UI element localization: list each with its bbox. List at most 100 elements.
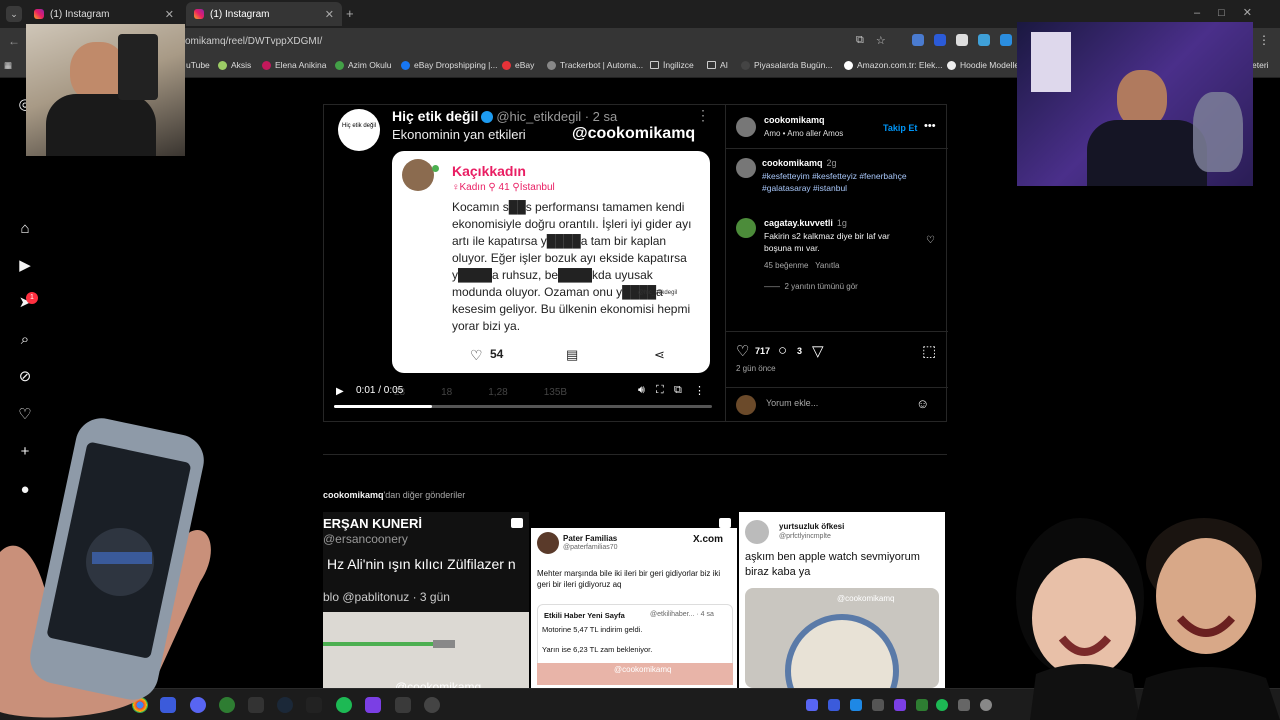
thumb-name: ERŞAN KUNERİ xyxy=(323,516,422,531)
thumb-sub: blo @pablitonuz · 3 gün xyxy=(323,590,450,604)
extension-icon[interactable] xyxy=(956,34,968,46)
tray-icon[interactable] xyxy=(894,699,906,711)
bookmark-amazon[interactable]: Amazon.com.tr: Elek... xyxy=(844,60,943,70)
share-icon[interactable]: ▽ xyxy=(812,342,824,360)
tweet-author: Hiç etik değil @hic_etikdegil · 2 sa xyxy=(392,108,618,124)
xbox-icon[interactable] xyxy=(219,697,235,713)
thumb-topbar xyxy=(531,512,737,528)
like-icon[interactable]: ♡ xyxy=(736,342,749,360)
more-icon: ⋮ xyxy=(696,107,710,123)
lightsaber-hilt xyxy=(433,640,455,648)
close-tab-icon[interactable]: ✕ xyxy=(165,8,174,21)
tray-icon[interactable] xyxy=(872,699,884,711)
extension-icon[interactable] xyxy=(978,34,990,46)
reels-icon[interactable]: ▶ xyxy=(16,257,34,275)
app-icon[interactable] xyxy=(395,697,411,713)
audio-extension-icon[interactable] xyxy=(934,34,946,46)
bookmark-more[interactable]: eteri xyxy=(1252,60,1269,70)
view-replies[interactable]: —— 2 yanıtın tümünü gör xyxy=(764,282,858,291)
cat-sticker xyxy=(1193,92,1243,172)
window-controls[interactable]: –□✕ xyxy=(1194,6,1270,19)
tab-search-icon[interactable]: ⌄ xyxy=(6,6,22,22)
app-icon[interactable] xyxy=(306,697,322,713)
bookmark-ai[interactable]: AI xyxy=(707,60,728,70)
new-tab-icon[interactable]: + xyxy=(346,6,354,21)
url-field[interactable]: komikamq/reel/DWTvppXDGMI/ xyxy=(180,32,900,52)
reply-button[interactable]: Yanıtla xyxy=(815,261,839,270)
post-date: 2 gün önce xyxy=(736,364,776,373)
commenter-avatar[interactable] xyxy=(736,218,756,238)
bookmark-trackerbot[interactable]: Trackerbot | Automa... xyxy=(547,60,643,70)
bookmark-ingilizce[interactable]: İngilizce xyxy=(650,60,694,70)
author-username[interactable]: cookomikamq xyxy=(764,115,825,125)
fullscreen-icon[interactable]: ⛶ xyxy=(656,384,664,397)
back-arrow-icon[interactable]: ← xyxy=(8,34,20,48)
tray-icon[interactable] xyxy=(850,699,862,711)
steam-icon[interactable] xyxy=(277,697,293,713)
more-post-thumbnail[interactable]: Pater Familias @paterfamilias70 X.com Me… xyxy=(531,512,737,688)
spotify-icon[interactable] xyxy=(336,697,352,713)
author-avatar[interactable] xyxy=(736,117,756,137)
extension-icon[interactable] xyxy=(1000,34,1012,46)
verified-icon xyxy=(481,111,494,124)
post-header: cookomikamq Amo • Amo aller Amos Takip E… xyxy=(726,105,948,149)
comment-like-icon[interactable]: ♡ xyxy=(926,235,935,246)
more-post-thumbnail[interactable]: ERŞAN KUNERİ @ersancoonery Hz Ali'nin ış… xyxy=(323,512,529,688)
phone-hand-sticker xyxy=(0,418,211,718)
watermark: @cookomikamq xyxy=(572,125,696,142)
tray-icon[interactable] xyxy=(828,699,840,711)
explore-icon[interactable]: ⊘ xyxy=(16,368,34,386)
browser-menu-icon[interactable]: ⋮ xyxy=(1258,33,1270,47)
bookmark-ebay[interactable]: eBay xyxy=(502,60,534,70)
card-likes: 54 xyxy=(490,347,504,361)
tray-discord-icon[interactable] xyxy=(806,699,818,711)
tab-instagram-2[interactable]: (1) Instagram ✕ xyxy=(186,2,342,26)
bookmark-hoodie[interactable]: Hoodie Modelle xyxy=(947,60,1019,70)
translate-extension-icon[interactable] xyxy=(912,34,924,46)
emoji-icon[interactable]: ☺ xyxy=(916,396,929,411)
bookmark-youtube[interactable]: uTube xyxy=(186,60,210,70)
reel-video[interactable]: Hiç etik değil Hiç etik değil @hic_etikde… xyxy=(324,105,724,421)
more-options-icon[interactable]: ••• xyxy=(924,120,936,132)
volume-icon[interactable]: 🔊︎ xyxy=(638,384,645,397)
bookmark-elena[interactable]: Elena Anikina xyxy=(262,60,327,70)
save-icon[interactable]: ⬚ xyxy=(922,342,936,360)
screen: ⌄ (1) Instagram ✕ (1) Instagram ✕ + –□✕ … xyxy=(0,0,1280,720)
tray-icon[interactable] xyxy=(916,699,928,711)
home-icon[interactable]: ⌂ xyxy=(16,220,34,238)
obs-icon[interactable] xyxy=(424,697,440,713)
caption-hashtags[interactable]: #kesfetteyim #kesfetteyiz #fenerbahçe #g… xyxy=(762,170,942,194)
apps-icon[interactable]: ▦ xyxy=(4,60,12,71)
bookmark-aksis[interactable]: Aksis xyxy=(218,60,251,70)
install-app-icon[interactable]: ⧉ xyxy=(856,34,864,47)
card-avatar xyxy=(402,159,434,191)
follow-button[interactable]: Takip Et xyxy=(883,123,917,133)
audio-line[interactable]: Amo • Amo aller Amos xyxy=(764,129,843,138)
comment-input[interactable]: Yorum ekle... xyxy=(766,398,818,408)
comment-icon[interactable]: ○ xyxy=(778,342,787,359)
bookmark-azim[interactable]: Azim Okulu xyxy=(335,60,391,70)
video-menu-icon[interactable]: ⋮ xyxy=(694,384,705,397)
tweet-text: Ekonominin yan etkileri xyxy=(392,127,526,142)
thumb-handle: @prfctlyincmplte xyxy=(779,533,831,540)
caption-avatar[interactable] xyxy=(736,158,756,178)
epic-games-icon[interactable] xyxy=(248,697,264,713)
play-icon[interactable]: ▶ xyxy=(336,386,344,397)
bookmark-piyasalar[interactable]: Piyasalarda Bugün... xyxy=(741,60,832,70)
bookmark-ebay-drop[interactable]: eBay Dropshipping |... xyxy=(401,60,497,70)
bookmark-star-icon[interactable]: ☆ xyxy=(876,34,886,47)
thumb-avatar xyxy=(745,520,769,544)
tab-instagram-1[interactable]: (1) Instagram ✕ xyxy=(26,2,182,26)
thumb-watermark: @cookomikamq xyxy=(395,680,482,688)
tray-icon[interactable] xyxy=(958,699,970,711)
tray-icon[interactable] xyxy=(980,699,992,711)
search-icon[interactable]: ⌕ xyxy=(16,331,34,349)
video-progress-bar[interactable] xyxy=(334,405,712,408)
share-icon: ⋖ xyxy=(654,347,665,362)
tray-spotify-icon[interactable] xyxy=(936,699,948,711)
close-tab-icon[interactable]: ✕ xyxy=(325,8,334,21)
more-post-thumbnail[interactable]: yurtsuzluk öfkesi @prfctlyincmplte aşkım… xyxy=(739,512,945,688)
pip-icon[interactable]: ⧉ xyxy=(674,384,682,397)
card-body: Kocamın s██s performansı tamamen kendi e… xyxy=(452,200,692,333)
app-icon[interactable] xyxy=(365,697,381,713)
